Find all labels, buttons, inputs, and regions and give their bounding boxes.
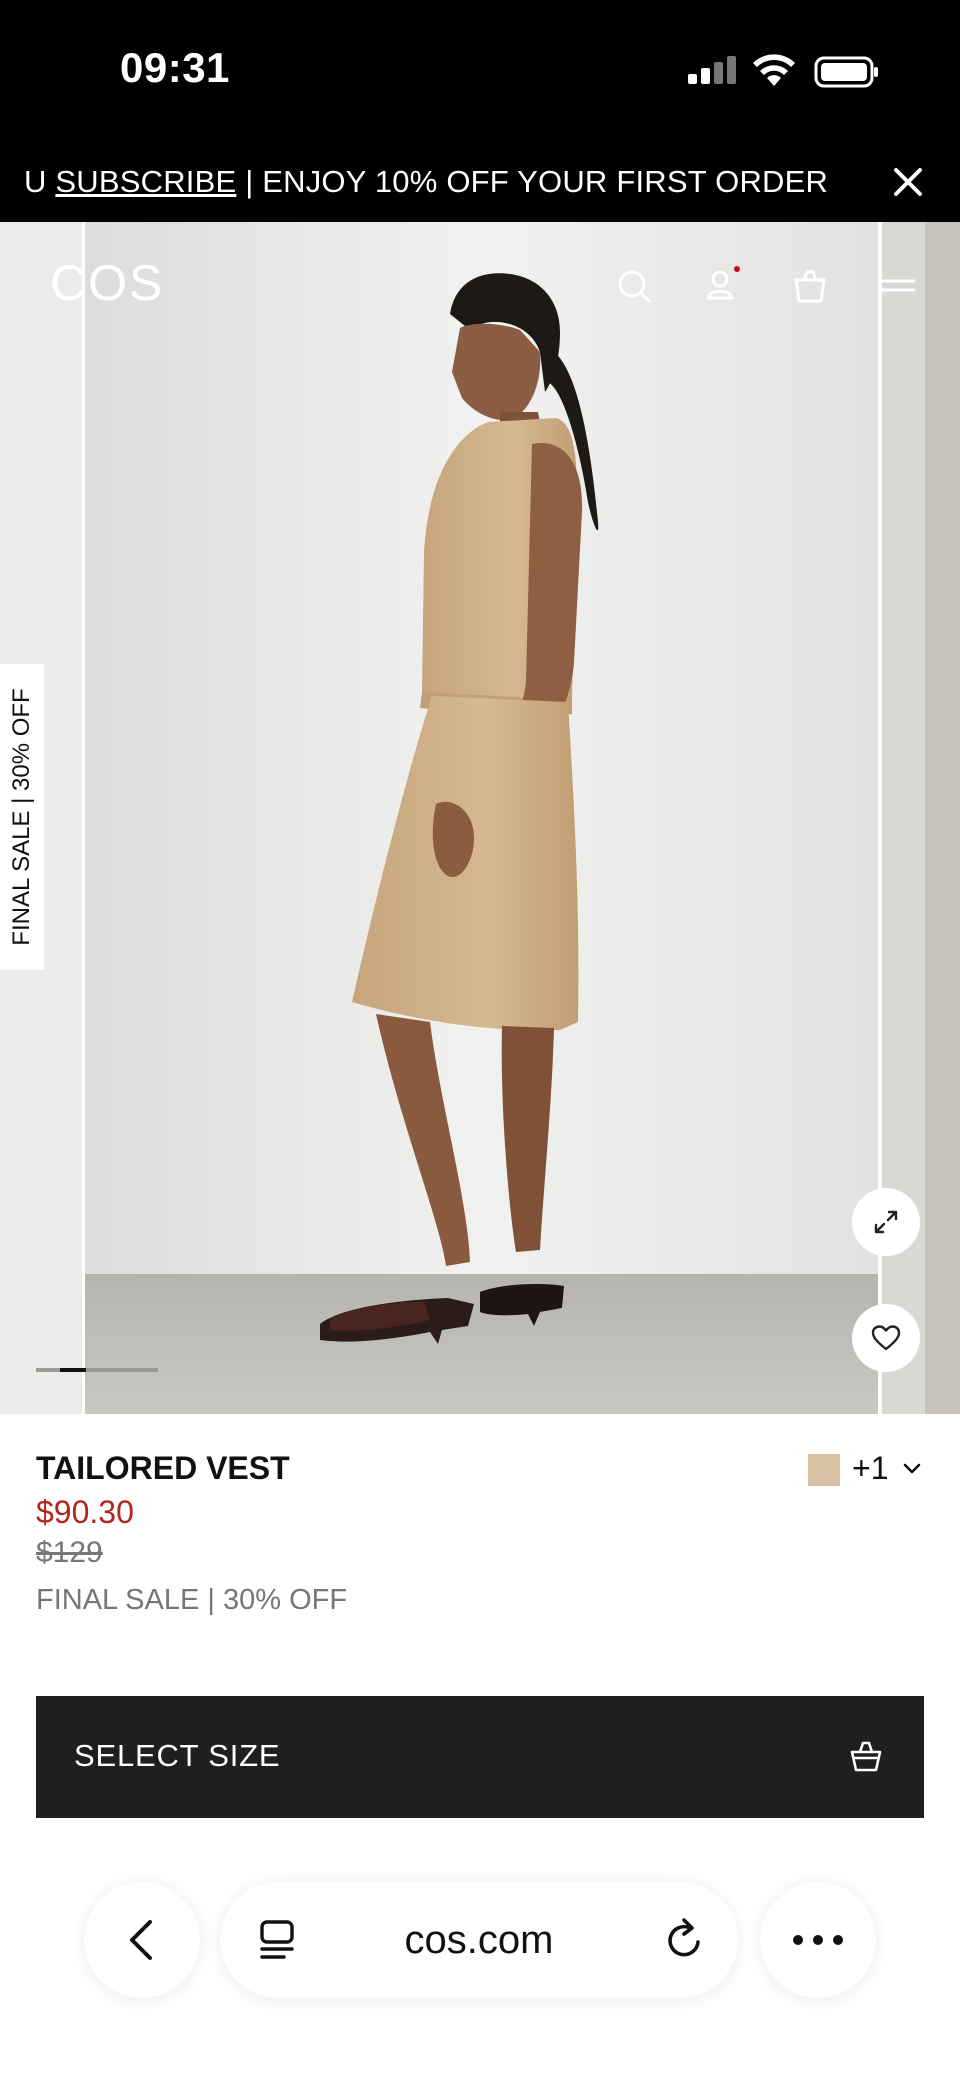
product-photo xyxy=(0,222,960,1414)
menu-icon[interactable] xyxy=(878,266,918,306)
battery-icon xyxy=(814,56,878,88)
more-options-icon xyxy=(793,1935,843,1945)
carousel-progress-indicator xyxy=(60,1368,86,1372)
reload-icon[interactable] xyxy=(662,1916,708,1964)
search-icon[interactable] xyxy=(614,266,654,306)
browser-address-bar[interactable]: cos.com xyxy=(220,1882,738,1998)
sale-price: $90.30 xyxy=(36,1494,134,1530)
status-bar: 09:31 xyxy=(0,0,960,146)
select-size-label: SELECT SIZE xyxy=(74,1738,281,1773)
more-colors-count[interactable]: +1 xyxy=(852,1450,888,1487)
chevron-down-icon[interactable] xyxy=(902,1462,922,1476)
final-sale-side-tab-label: FINAL SALE | 30% OFF xyxy=(8,688,35,946)
color-swatch[interactable] xyxy=(808,1454,840,1486)
final-sale-side-tab[interactable]: FINAL SALE | 30% OFF xyxy=(0,664,44,970)
url-text[interactable]: cos.com xyxy=(220,1882,738,1998)
heart-icon xyxy=(871,1325,901,1351)
product-title: TAILORED VEST xyxy=(36,1450,290,1486)
status-icons xyxy=(686,52,886,92)
promo-text: U SUBSCRIBE | ENJOY 10% OFF YOUR FIRST O… xyxy=(24,164,828,200)
wishlist-button[interactable] xyxy=(852,1304,920,1372)
cellular-signal-icon xyxy=(688,56,736,84)
select-size-button[interactable]: SELECT SIZE xyxy=(36,1696,924,1818)
original-price: $129 xyxy=(36,1536,103,1569)
status-time: 09:31 xyxy=(120,44,230,91)
promo-prefix: U xyxy=(24,164,56,199)
browser-more-button[interactable] xyxy=(760,1882,876,1998)
carousel-progress xyxy=(36,1368,158,1372)
expand-image-button[interactable] xyxy=(852,1188,920,1256)
basket-icon xyxy=(850,1741,882,1772)
wifi-icon xyxy=(753,54,795,86)
browser-back-button[interactable] xyxy=(84,1882,200,1998)
product-image-carousel[interactable]: COS FINAL SALE | 30% OFF xyxy=(0,222,960,1414)
sale-label: FINAL SALE | 30% OFF xyxy=(36,1584,348,1616)
chevron-left-icon xyxy=(130,1920,152,1960)
promo-suffix: | ENJOY 10% OFF YOUR FIRST ORDER xyxy=(236,164,829,199)
promo-banner: U SUBSCRIBE | ENJOY 10% OFF YOUR FIRST O… xyxy=(0,146,960,222)
close-icon[interactable] xyxy=(888,162,928,202)
subscribe-link[interactable]: SUBSCRIBE xyxy=(55,164,236,199)
account-icon[interactable] xyxy=(702,264,742,304)
cos-logo[interactable]: COS xyxy=(50,254,164,312)
expand-icon xyxy=(874,1210,898,1234)
shopping-bag-icon[interactable] xyxy=(790,266,830,306)
